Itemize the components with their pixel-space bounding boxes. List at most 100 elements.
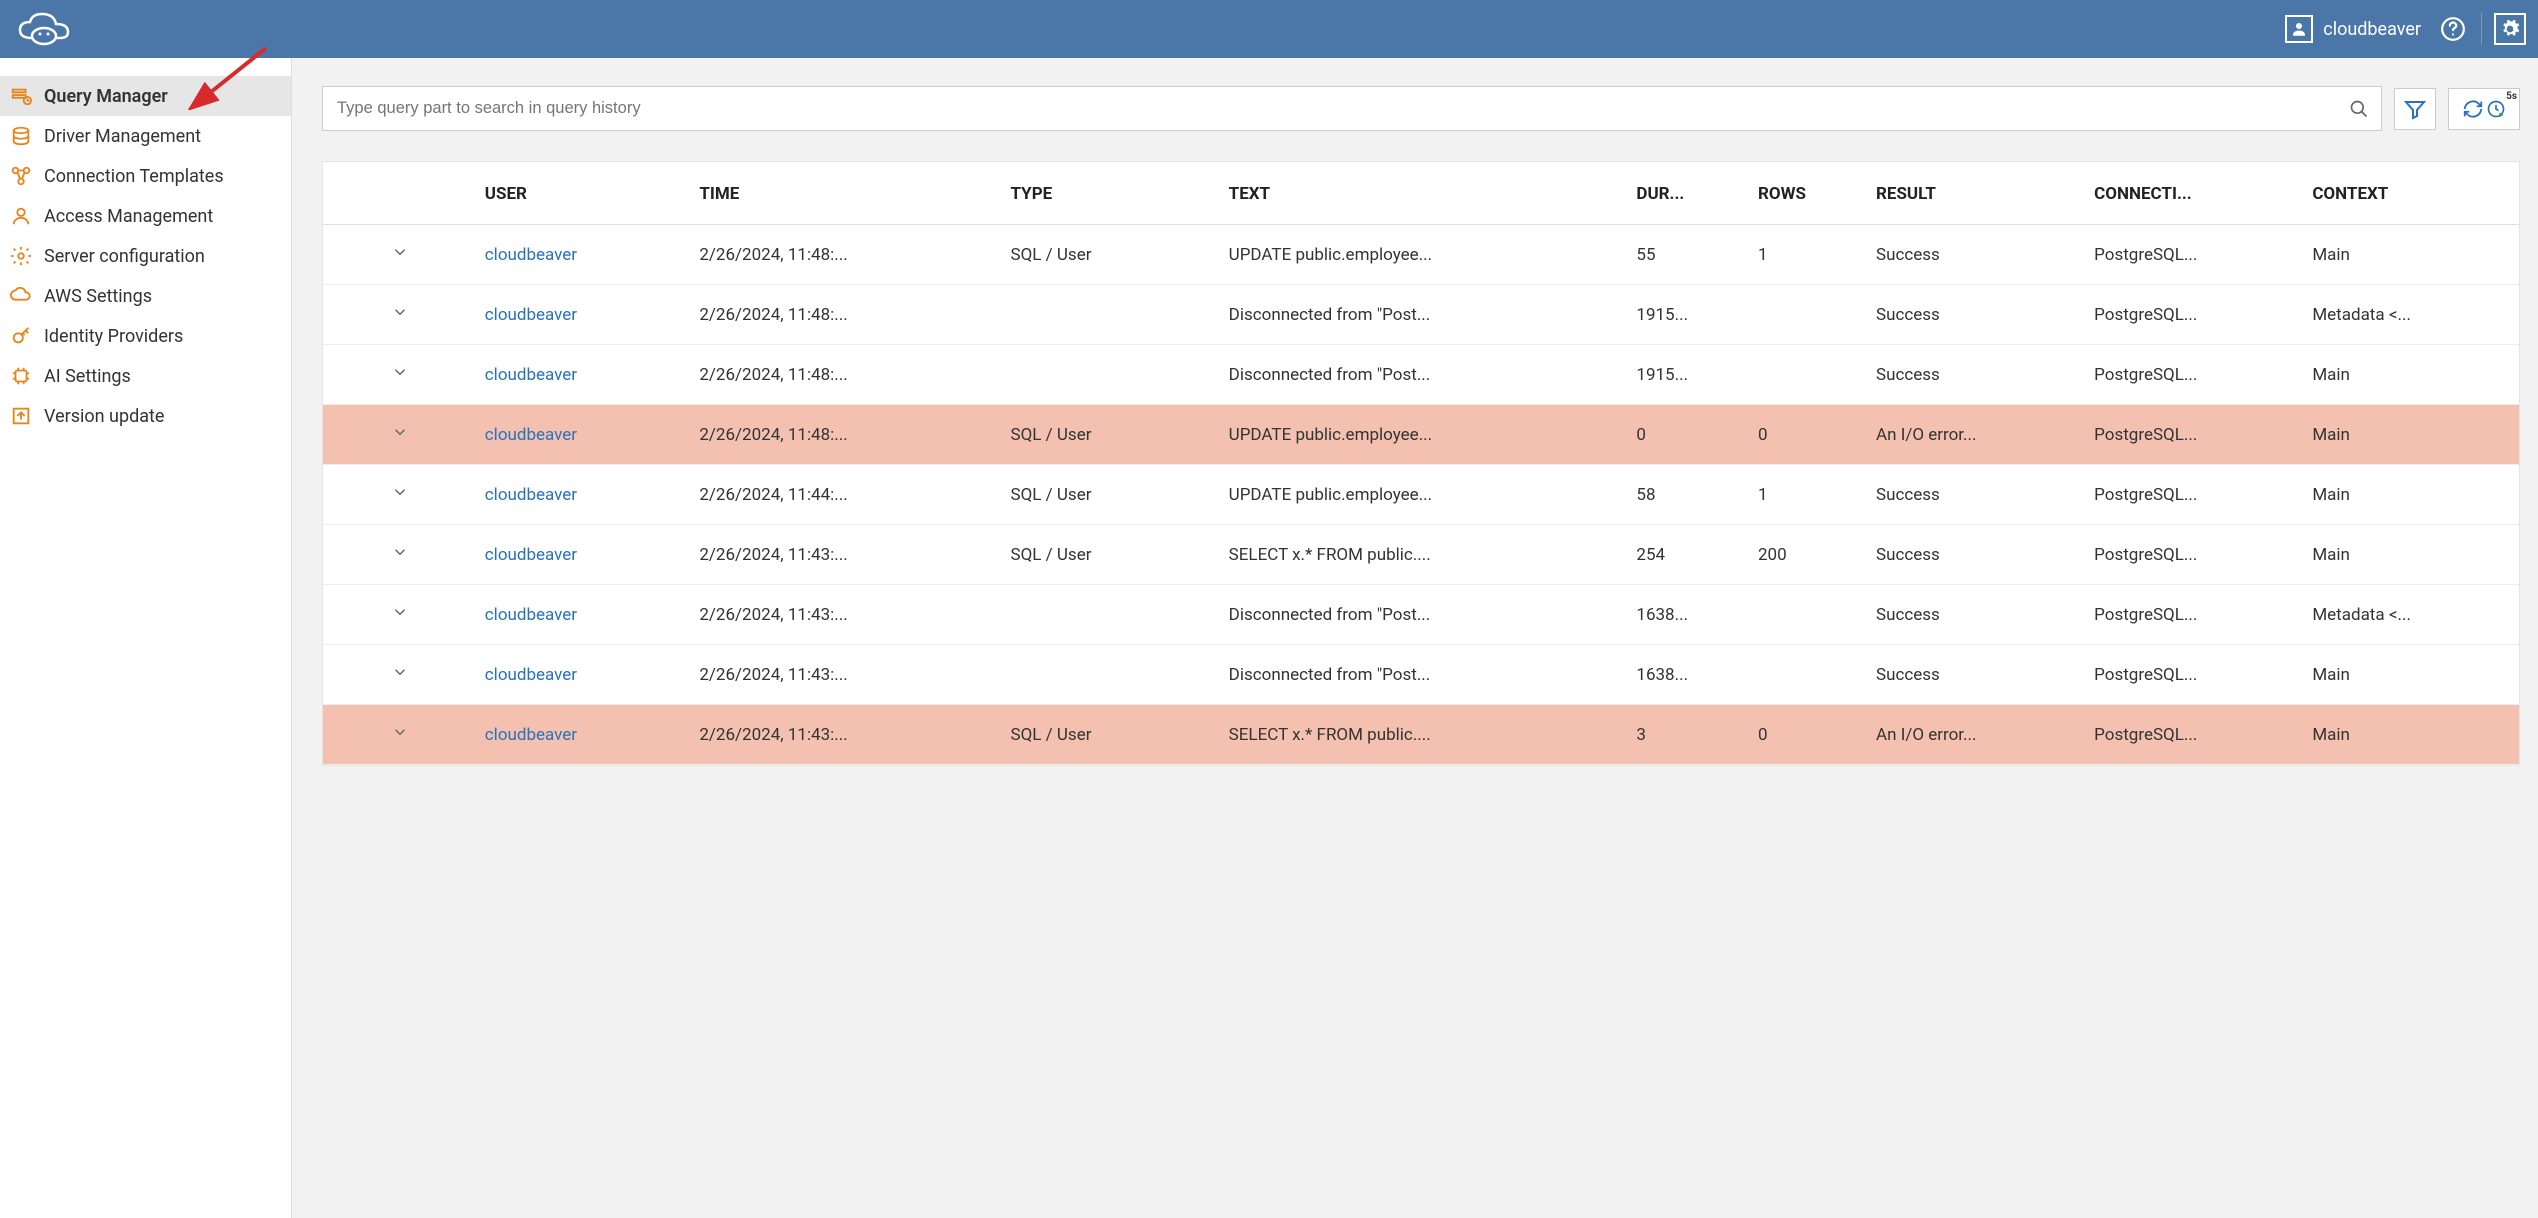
- expand-toggle[interactable]: [323, 345, 477, 405]
- sidebar-item-label: Version update: [44, 406, 164, 427]
- cell-user: cloudbeaver: [477, 465, 692, 525]
- expand-toggle[interactable]: [323, 705, 477, 765]
- user-menu[interactable]: cloudbeaver: [2277, 11, 2429, 47]
- cell-type: SQL / User: [1003, 465, 1221, 525]
- user-link[interactable]: cloudbeaver: [485, 365, 577, 385]
- cell-text: Disconnected from "Post...: [1221, 645, 1629, 705]
- cell-duration: 1638...: [1628, 585, 1750, 645]
- table-row[interactable]: cloudbeaver2/26/2024, 11:43:...Disconnec…: [323, 645, 2519, 705]
- chevron-down-icon: [391, 606, 409, 626]
- cell-connection: PostgreSQL...: [2086, 645, 2304, 705]
- sidebar-item-query[interactable]: Query Manager: [0, 76, 291, 116]
- cell-user: cloudbeaver: [477, 345, 692, 405]
- table-row[interactable]: cloudbeaver2/26/2024, 11:48:...SQL / Use…: [323, 405, 2519, 465]
- refresh-button[interactable]: 5s: [2448, 88, 2520, 130]
- column-header[interactable]: RESULT: [1868, 162, 2086, 225]
- cell-result: Success: [1868, 285, 2086, 345]
- column-header[interactable]: TIME: [691, 162, 1002, 225]
- cell-rows: 0: [1750, 405, 1868, 465]
- app-logo[interactable]: [12, 8, 82, 50]
- cell-duration: 55: [1628, 225, 1750, 285]
- cell-type: [1003, 345, 1221, 405]
- table-row[interactable]: cloudbeaver2/26/2024, 11:48:...Disconnec…: [323, 345, 2519, 405]
- user-link[interactable]: cloudbeaver: [485, 545, 577, 565]
- cell-user: cloudbeaver: [477, 645, 692, 705]
- help-button[interactable]: [2437, 13, 2469, 45]
- cell-text: Disconnected from "Post...: [1221, 285, 1629, 345]
- column-header[interactable]: ROWS: [1750, 162, 1868, 225]
- expand-toggle[interactable]: [323, 465, 477, 525]
- cell-duration: 0: [1628, 405, 1750, 465]
- expand-toggle[interactable]: [323, 585, 477, 645]
- sidebar-item-label: Query Manager: [44, 86, 168, 107]
- sidebar-item-server[interactable]: Server configuration: [0, 236, 291, 276]
- sidebar-item-label: Access Management: [44, 206, 213, 227]
- column-header[interactable]: DUR...: [1628, 162, 1750, 225]
- sidebar-item-aws[interactable]: AWS Settings: [0, 276, 291, 316]
- user-link[interactable]: cloudbeaver: [485, 425, 577, 445]
- user-link[interactable]: cloudbeaver: [485, 725, 577, 745]
- user-link[interactable]: cloudbeaver: [485, 485, 577, 505]
- cell-connection: PostgreSQL...: [2086, 585, 2304, 645]
- chevron-down-icon: [391, 426, 409, 446]
- filter-button[interactable]: [2394, 88, 2436, 130]
- sidebar-item-identity[interactable]: Identity Providers: [0, 316, 291, 356]
- search-icon[interactable]: [2345, 95, 2373, 123]
- table-row[interactable]: cloudbeaver2/26/2024, 11:43:...Disconnec…: [323, 585, 2519, 645]
- table-row[interactable]: cloudbeaver2/26/2024, 11:44:...SQL / Use…: [323, 465, 2519, 525]
- expand-toggle[interactable]: [323, 645, 477, 705]
- cell-duration: 1915...: [1628, 285, 1750, 345]
- ai-icon: [10, 365, 32, 387]
- sidebar-item-version[interactable]: Version update: [0, 396, 291, 436]
- toolbar: 5s: [322, 86, 2520, 131]
- sidebar-item-ai[interactable]: AI Settings: [0, 356, 291, 396]
- cell-rows: 0: [1750, 705, 1868, 765]
- cell-text: Disconnected from "Post...: [1221, 585, 1629, 645]
- table-row[interactable]: cloudbeaver2/26/2024, 11:48:...Disconnec…: [323, 285, 2519, 345]
- cell-type: SQL / User: [1003, 225, 1221, 285]
- cell-duration: 1638...: [1628, 645, 1750, 705]
- sidebar-item-driver[interactable]: Driver Management: [0, 116, 291, 156]
- user-link[interactable]: cloudbeaver: [485, 245, 577, 265]
- expand-toggle[interactable]: [323, 225, 477, 285]
- cell-duration: 58: [1628, 465, 1750, 525]
- settings-button[interactable]: [2494, 13, 2526, 45]
- sidebar-item-label: Identity Providers: [44, 326, 183, 347]
- cell-time: 2/26/2024, 11:48:...: [691, 345, 1002, 405]
- table-row[interactable]: cloudbeaver2/26/2024, 11:43:...SQL / Use…: [323, 525, 2519, 585]
- cell-duration: 1915...: [1628, 345, 1750, 405]
- search-container: [322, 86, 2382, 131]
- sidebar-item-label: AWS Settings: [44, 286, 152, 307]
- column-header[interactable]: CONNECTI...: [2086, 162, 2304, 225]
- access-icon: [10, 205, 32, 227]
- search-input[interactable]: [323, 87, 2381, 130]
- expand-toggle[interactable]: [323, 525, 477, 585]
- cell-duration: 3: [1628, 705, 1750, 765]
- column-header[interactable]: TEXT: [1221, 162, 1629, 225]
- chevron-down-icon: [391, 246, 409, 266]
- version-icon: [10, 405, 32, 427]
- content-area: 5s USERTIMETYPETEXTDUR...ROWSRESULTCONNE…: [292, 58, 2538, 1218]
- sidebar-item-connection[interactable]: Connection Templates: [0, 156, 291, 196]
- expand-toggle[interactable]: [323, 285, 477, 345]
- user-link[interactable]: cloudbeaver: [485, 665, 577, 685]
- sidebar: Query Manager Driver ManagementConnection…: [0, 58, 292, 1218]
- expand-toggle[interactable]: [323, 405, 477, 465]
- cell-rows: [1750, 585, 1868, 645]
- column-header[interactable]: CONTEXT: [2304, 162, 2519, 225]
- column-header[interactable]: TYPE: [1003, 162, 1221, 225]
- cell-result: Success: [1868, 225, 2086, 285]
- sidebar-item-access[interactable]: Access Management: [0, 196, 291, 236]
- cell-type: SQL / User: [1003, 705, 1221, 765]
- table-row[interactable]: cloudbeaver2/26/2024, 11:43:...SQL / Use…: [323, 705, 2519, 765]
- column-header[interactable]: [323, 162, 477, 225]
- cell-duration: 254: [1628, 525, 1750, 585]
- column-header[interactable]: USER: [477, 162, 692, 225]
- user-link[interactable]: cloudbeaver: [485, 305, 577, 325]
- chevron-down-icon: [391, 546, 409, 566]
- cell-connection: PostgreSQL...: [2086, 285, 2304, 345]
- table-row[interactable]: cloudbeaver2/26/2024, 11:48:...SQL / Use…: [323, 225, 2519, 285]
- user-link[interactable]: cloudbeaver: [485, 605, 577, 625]
- cell-context: Main: [2304, 405, 2519, 465]
- cell-type: SQL / User: [1003, 405, 1221, 465]
